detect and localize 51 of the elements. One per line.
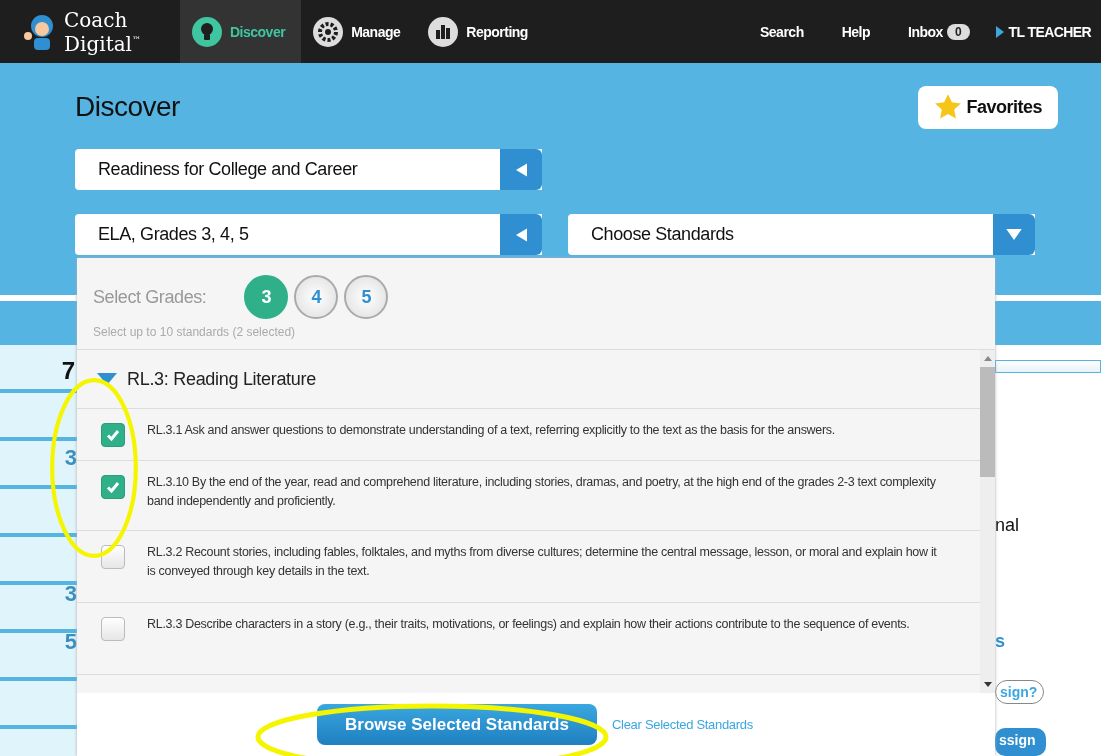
down-caret-icon — [1006, 229, 1022, 240]
selection-hint: Select up to 10 standards (2 selected) — [92, 324, 297, 341]
standard-text: RL.3.10 By the end of the year, read and comprehend literature, including stories, dramas, and poetry, at the high end of the grades 2-3 text complexity band independently and proficiently. — [147, 474, 937, 510]
checkmark-icon — [105, 479, 121, 495]
left-caret-icon — [515, 227, 527, 242]
assign-button[interactable]: ssign — [995, 728, 1046, 756]
grades-label: Select Grades: — [93, 286, 207, 308]
star-icon — [934, 93, 963, 121]
logo-text: Digital$^{™}$ — [64, 30, 141, 54]
background-text: s — [995, 631, 1005, 652]
program-select[interactable]: Readiness for College and Career — [75, 149, 542, 190]
favorites-button[interactable]: Favorites — [918, 85, 1058, 129]
scroll-up-icon[interactable] — [983, 356, 992, 361]
checkbox[interactable] — [101, 617, 125, 641]
background-number: 3 — [64, 581, 77, 607]
standards-select[interactable]: Choose Standards — [568, 214, 1035, 255]
checkbox[interactable] — [101, 475, 125, 499]
logo-text: Coach — [64, 9, 129, 30]
scroll-down-icon[interactable] — [983, 682, 992, 687]
group-title: RL.3: Reading Literature — [127, 368, 316, 390]
left-caret-icon — [515, 162, 527, 177]
nav-tab[interactable]: Discover — [180, 0, 302, 63]
arrow-button[interactable] — [500, 214, 542, 255]
nav-link[interactable]: Help — [841, 23, 871, 40]
expand-triangle-icon[interactable] — [97, 373, 117, 385]
inbox-link[interactable]: Inbox — [908, 23, 943, 40]
nav-link[interactable]: Search — [760, 23, 804, 40]
inbox-count-badge: 0 — [946, 23, 970, 40]
lightbulb-icon — [192, 16, 222, 47]
standard-text: RL.3.1 Ask and answer questions to demonstrate understanding of a text, referring explicitly to the text as the basis for the answers. — [147, 422, 835, 439]
nav-tab[interactable]: Manage — [301, 0, 417, 63]
subject-select[interactable]: ELA, Grades 3, 4, 5 — [75, 214, 542, 255]
standard-text: RL.3.2 Recount stories, including fables, folktales, and myths from diverse cultures; determine the central message, lesson, or moral and explain how it is conveyed through key details in the text. — [147, 544, 938, 580]
nav-tab[interactable]: Reporting — [416, 0, 544, 63]
background-text: nal — [995, 515, 1020, 536]
scrollbar[interactable] — [980, 350, 995, 693]
mascot-drawing — [24, 14, 53, 50]
background-number: 7 — [61, 357, 75, 385]
play-triangle-icon — [995, 25, 1004, 38]
scrollbar-thumb[interactable] — [980, 367, 995, 477]
background-number: 3 — [64, 445, 77, 471]
bar-chart-icon — [428, 16, 459, 47]
gear-icon — [313, 16, 344, 47]
arrow-button[interactable] — [500, 149, 542, 190]
background-number: 5 — [64, 629, 77, 655]
arrow-button[interactable] — [993, 214, 1035, 255]
page-title: Discover — [75, 91, 180, 123]
user-menu[interactable]: TL TEACHER — [1008, 23, 1091, 40]
checkmark-icon — [105, 427, 121, 443]
standard-text: RL.3.3 Describe characters in a story (e.g., their traits, motivations, or feelings) and explain how their actions contribute to the sequence of events. — [147, 616, 910, 633]
checkbox[interactable] — [101, 423, 125, 447]
